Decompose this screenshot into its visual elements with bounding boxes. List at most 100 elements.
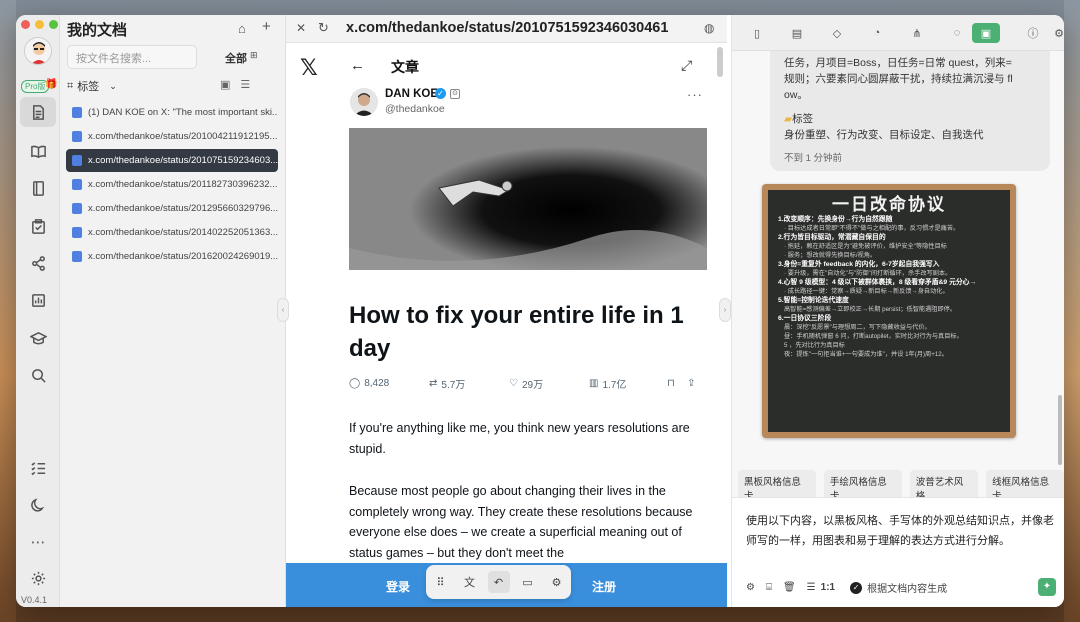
checkmark-icon[interactable]: ✓ <box>850 581 863 594</box>
scrollbar[interactable] <box>1058 395 1062 465</box>
settings-nav-button[interactable] <box>20 563 56 593</box>
blackboard-line: · 要升级，需在"自动化"与"防御"间打断循环，杀手改写剧本。 <box>784 270 952 277</box>
filter-dropdown[interactable]: 全部 <box>225 50 247 66</box>
author-avatar[interactable] <box>350 88 378 116</box>
reader-nav-button[interactable] <box>20 136 56 166</box>
back-arrow-icon[interactable]: ← <box>350 57 365 74</box>
reload-icon[interactable]: ↻ <box>318 20 329 36</box>
tasks-nav-button[interactable] <box>20 211 56 241</box>
prompt-input[interactable]: 使用以下内容，以黑板风格、手写体的外观总结知识点，并像老师写的一样，用图表和易于… <box>746 511 1056 551</box>
grid-view-icon[interactable]: ⊞ <box>250 50 258 61</box>
image-icon[interactable]: ▭ <box>517 571 539 593</box>
comment-icon: ◯ <box>349 378 361 389</box>
document-list: (1) DAN KOE on X: "The most important sk… <box>66 101 278 269</box>
bookmark-icon[interactable]: ⊓ <box>667 376 687 391</box>
notebook-nav-button[interactable] <box>20 173 56 203</box>
close-window-button[interactable] <box>21 20 30 29</box>
collapse-left-handle[interactable]: ‹ <box>277 298 289 322</box>
stats-nav-button[interactable] <box>20 285 56 315</box>
author-avatar-image <box>350 88 378 116</box>
blackboard-line: 夜：提炼"一句拒当谁+一句要成为谁"，并设 1年(月)周+12。 <box>784 351 948 358</box>
repost-count[interactable]: ⇄ 5.7万 <box>429 376 509 391</box>
scrollbar[interactable] <box>717 47 723 77</box>
globe-icon[interactable]: ◍ <box>704 21 714 35</box>
settings-icon[interactable]: ⚙ <box>1046 23 1064 43</box>
translate-icon[interactable]: 文 <box>459 571 481 593</box>
checklist-nav-button[interactable] <box>20 453 56 483</box>
share-nav-button[interactable] <box>20 248 56 278</box>
minimize-window-button[interactable] <box>35 20 44 29</box>
search-input[interactable]: 按文件名搜索... <box>67 45 197 69</box>
gear-icon[interactable]: ⚙ <box>546 571 568 593</box>
book-open-icon <box>30 145 46 158</box>
url-bar: ✕ ↻ x.com/thedankoe/status/2010751592346… <box>286 15 727 43</box>
info-icon[interactable]: ⓘ <box>1020 23 1046 43</box>
gift-icon[interactable]: 🎁 <box>45 79 57 90</box>
blackboard-card-image[interactable]: 一日改命协议 1.改变顺序：先换身份→行为自然跟随 · 目标达成者日常即"不得不"… <box>762 184 1016 438</box>
document-icon[interactable]: ▤ <box>784 23 810 43</box>
list-item[interactable]: x.com/thedankoe/status/201004211912195..… <box>66 125 278 148</box>
archive-icon[interactable]: ⌸ <box>766 582 772 593</box>
close-tab-icon[interactable]: ✕ <box>296 21 306 35</box>
file-icon <box>72 131 82 142</box>
signup-button[interactable]: 注册 <box>592 578 616 595</box>
article-paragraph: If you're anything like me, you think ne… <box>349 421 690 456</box>
learn-icon[interactable]: ◇ <box>824 23 850 43</box>
gear-icon[interactable]: ⚙ <box>746 582 755 593</box>
prompt-composer: 使用以下内容，以黑板风格、手写体的外观总结知识点，并像老师写的一样，用图表和易于… <box>732 497 1064 607</box>
list-item[interactable]: x.com/thedankoe/status/201620024269019..… <box>66 245 278 268</box>
list-item-label: x.com/thedankoe/status/201402252051363..… <box>88 227 278 238</box>
url-text[interactable]: x.com/thedankoe/status/20107515923460304… <box>346 20 668 36</box>
aspect-ratio-selector[interactable]: 1:1 <box>821 582 835 593</box>
add-document-icon[interactable]: + <box>262 18 271 35</box>
list-item-label: x.com/thedankoe/status/201620024269019..… <box>88 251 278 262</box>
collapse-right-handle[interactable]: › <box>719 298 731 322</box>
trash-icon[interactable]: 🗑 <box>783 582 796 593</box>
dark-mode-toggle[interactable] <box>20 490 56 520</box>
maximize-window-button[interactable] <box>49 20 58 29</box>
new-folder-icon[interactable]: ▣ <box>220 78 230 91</box>
x-logo-icon[interactable]: 𝕏 <box>300 55 318 81</box>
sliders-icon[interactable]: ☰ <box>807 582 816 593</box>
article-paragraph: Because most people go about changing th… <box>349 484 693 560</box>
author-handle[interactable]: @thedankoe <box>385 103 445 115</box>
blackboard-title: 一日改命协议 <box>832 195 946 214</box>
learn-nav-button[interactable] <box>20 323 56 353</box>
mindmap-icon[interactable]: ⋔ <box>904 23 930 43</box>
list-item-selected[interactable]: x.com/thedankoe/status/201075159234603..… <box>66 149 278 172</box>
list-item[interactable]: (1) DAN KOE on X: "The most important sk… <box>66 101 278 124</box>
image-card-tab[interactable]: ▣ <box>972 23 1000 43</box>
list-item[interactable]: x.com/thedankoe/status/201295660329796..… <box>66 197 278 220</box>
list-item[interactable]: x.com/thedankoe/status/201402252051363..… <box>66 221 278 244</box>
home-icon[interactable]: ⌂ <box>238 21 246 36</box>
undo-icon[interactable]: ↶ <box>487 571 510 593</box>
tag-icon: ⌗ <box>67 79 74 92</box>
search-nav-button[interactable] <box>20 360 56 390</box>
nav-rail: Pro版 🎁 ⋯ V0.4.1 <box>16 15 60 607</box>
author-name[interactable]: DAN KOE <box>385 88 438 100</box>
desktop-left-edge <box>0 0 16 622</box>
expand-icon[interactable]: ⤢ <box>681 57 692 74</box>
share-icon[interactable]: ⇪ <box>687 376 707 391</box>
book-icon[interactable]: ▯ <box>744 23 770 43</box>
reply-count[interactable]: ◯ 8,428 <box>349 376 429 391</box>
documents-nav-button[interactable] <box>20 97 56 127</box>
tag-filter[interactable]: ⌗ 标签 ⌄ <box>67 78 117 94</box>
like-count-value: 29万 <box>521 380 544 391</box>
send-button[interactable]: ✦ <box>1038 578 1056 596</box>
lightbulb-icon[interactable]: ◔ <box>864 23 890 43</box>
chat-icon[interactable]: ◌ <box>944 23 970 43</box>
list-item[interactable]: x.com/thedankoe/status/201182730396232..… <box>66 173 278 196</box>
like-count[interactable]: ♡ 29万 <box>509 376 589 391</box>
more-options-icon[interactable]: ··· <box>687 87 703 102</box>
generate-from-doc-label[interactable]: 根据文档内容生成 <box>867 580 947 595</box>
floating-toolbar: ⠿ 文 ↶ ▭ ⚙ <box>426 565 571 599</box>
list-item-label: x.com/thedankoe/status/201004211912195..… <box>88 131 278 142</box>
avatar[interactable] <box>24 37 52 65</box>
view-count[interactable]: ▥ 1.7亿 <box>589 376 667 391</box>
file-icon <box>72 179 82 190</box>
more-nav-button[interactable]: ⋯ <box>20 527 56 557</box>
login-button[interactable]: 登录 <box>386 578 410 595</box>
view-options-icon[interactable]: ☰ <box>240 78 250 91</box>
drag-handle-icon[interactable]: ⠿ <box>430 571 452 593</box>
